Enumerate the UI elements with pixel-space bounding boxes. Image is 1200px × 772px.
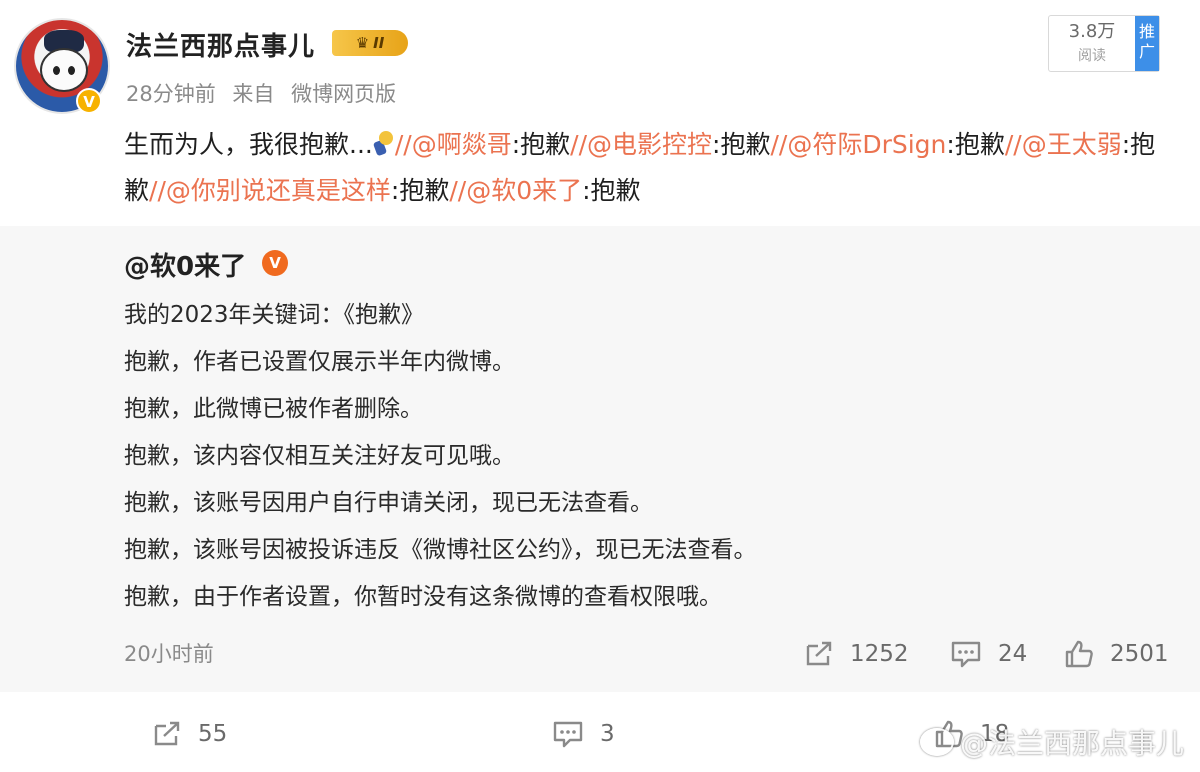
repost-icon xyxy=(806,641,832,666)
post-text: 生而为人，我很抱歉...//@啊燚哥:抱歉//@电影控控:抱歉//@符际DrSi… xyxy=(124,122,1174,214)
repost-icon xyxy=(154,721,180,746)
promote-button[interactable]: 推广 xyxy=(1135,16,1159,71)
quoted-footer: 20小时前 1252 24 2501 xyxy=(0,636,1200,676)
verified-badge-icon: V xyxy=(262,250,288,276)
read-count-label: 阅读 xyxy=(1078,48,1106,64)
avatar-cat-face xyxy=(40,48,88,92)
avatar-eye xyxy=(53,66,60,75)
mention-comment: :抱歉 xyxy=(511,130,571,159)
mention-link[interactable]: @软0来了 xyxy=(466,176,582,205)
crown-icon: ♛ xyxy=(355,34,370,52)
chain-separator: // xyxy=(770,130,788,159)
quoted-author[interactable]: @软0来了 xyxy=(124,246,246,283)
chain-separator: // xyxy=(1004,130,1022,159)
quoted-line: 抱歉，此微博已被作者删除。 xyxy=(124,396,423,422)
chain-separator: // xyxy=(149,176,166,205)
quoted-repost-button[interactable]: 1252 xyxy=(804,636,909,672)
user-rank-badge[interactable]: ♛ II xyxy=(332,30,408,56)
lightbulb-emoji-icon xyxy=(372,131,395,157)
weibo-logo-icon xyxy=(920,728,954,756)
post-source[interactable]: 微博网页版 xyxy=(291,82,396,106)
quoted-comment-count: 24 xyxy=(998,641,1028,667)
quoted-time[interactable]: 20小时前 xyxy=(124,636,214,672)
mention-comment: :抱歉 xyxy=(582,176,641,205)
quoted-text: 我的2023年关键词：《抱歉》 抱歉，作者已设置仅展示半年内微博。 抱歉，此微博… xyxy=(124,292,1174,621)
mention-comment: :抱歉 xyxy=(390,176,450,205)
quoted-repost-count: 1252 xyxy=(850,641,909,667)
mention-link[interactable]: @你别说还真是这样 xyxy=(166,176,391,205)
quoted-line: 我的2023年关键词：《抱歉》 xyxy=(124,302,425,328)
thumbs-up-icon xyxy=(1065,640,1093,668)
weibo-watermark: @法兰西那点事儿 xyxy=(920,722,1184,762)
read-count: 3.8万 阅读 xyxy=(1049,16,1135,71)
quoted-like-button[interactable]: 2501 xyxy=(1064,636,1169,672)
source-prefix: 来自 xyxy=(232,82,275,106)
post-meta: 28分钟前 来自 微博网页版 xyxy=(126,78,406,108)
quoted-line: 抱歉，作者已设置仅展示半年内微博。 xyxy=(124,349,515,375)
comment-icon xyxy=(951,641,981,668)
repost-button[interactable]: 55 xyxy=(152,716,227,752)
read-count-value: 3.8万 xyxy=(1068,21,1116,42)
read-count-box[interactable]: 3.8万 阅读 推广 xyxy=(1048,15,1160,72)
comment-button[interactable]: 3 xyxy=(552,716,615,752)
quoted-comment-button[interactable]: 24 xyxy=(950,636,1027,672)
chain-separator: // xyxy=(570,130,588,159)
post-time[interactable]: 28分钟前 xyxy=(126,82,216,106)
comment-count: 3 xyxy=(600,721,615,747)
quoted-line: 抱歉，由于作者设置，你暂时没有这条微博的查看权限哦。 xyxy=(124,584,722,610)
post-text-lead: 生而为人，我很抱歉... xyxy=(124,130,373,159)
mention-link[interactable]: @符际DrSign xyxy=(787,130,946,159)
mention-link[interactable]: @啊燚哥 xyxy=(412,130,512,159)
quoted-like-count: 2501 xyxy=(1110,641,1169,667)
username[interactable]: 法兰西那点事儿 xyxy=(126,26,315,63)
quoted-line: 抱歉，该内容仅相互关注好友可见哦。 xyxy=(124,443,515,469)
avatar-eye xyxy=(68,66,75,75)
mention-link[interactable]: @电影控控 xyxy=(587,130,712,159)
quoted-line: 抱歉，该账号因用户自行申请关闭，现已无法查看。 xyxy=(124,490,653,516)
quoted-line: 抱歉，该账号因被投诉违反《微博社区公约》，现已无法查看。 xyxy=(124,537,757,563)
mention-comment: :抱歉 xyxy=(712,130,771,159)
chain-separator: // xyxy=(449,176,467,205)
mention-comment: :抱歉 xyxy=(946,130,1005,159)
chain-separator: // xyxy=(394,130,412,159)
quoted-post[interactable]: @软0来了 V 我的2023年关键词：《抱歉》 抱歉，作者已设置仅展示半年内微博… xyxy=(0,226,1200,692)
verified-badge-icon: V xyxy=(76,88,102,114)
comment-icon xyxy=(553,721,583,748)
repost-count: 55 xyxy=(198,721,228,747)
rank-label: II xyxy=(373,34,385,52)
post-header: V 法兰西那点事儿 ♛ II 28分钟前 来自 微博网页版 3.8万 阅读 推广 … xyxy=(0,0,1200,220)
mention-link[interactable]: @王太弱 xyxy=(1022,130,1122,159)
watermark-text: @法兰西那点事儿 xyxy=(960,727,1185,760)
